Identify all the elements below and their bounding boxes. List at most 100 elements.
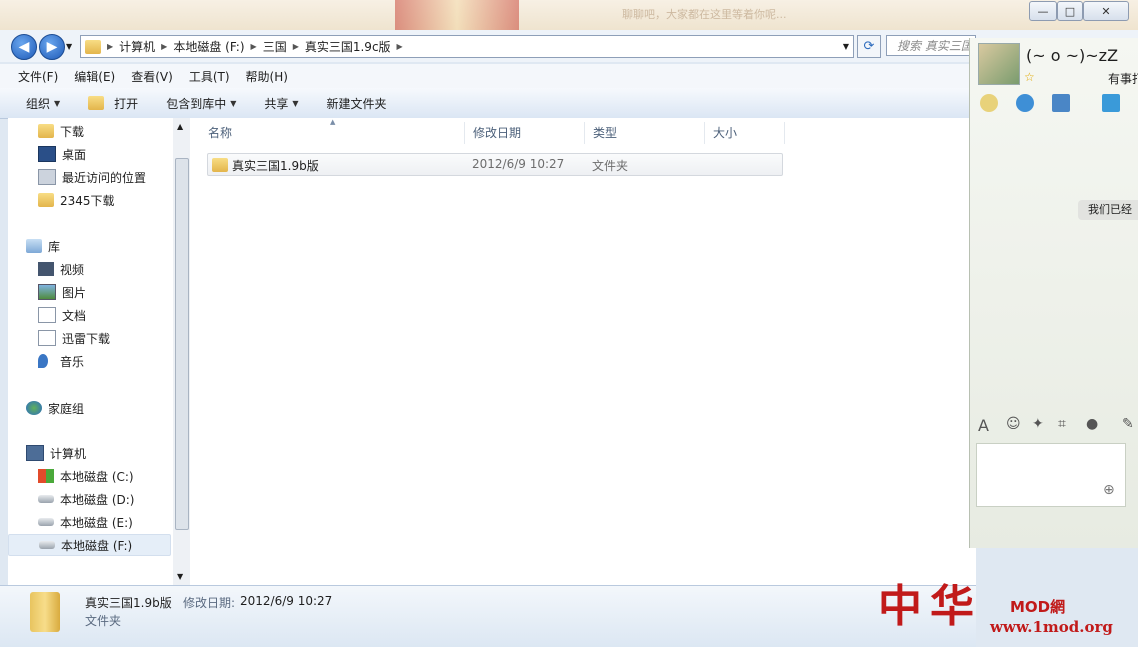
menu-view[interactable]: 查看(V)	[123, 68, 181, 85]
nav-videos[interactable]: 视频	[38, 258, 84, 280]
nav-2345-downloads[interactable]: 2345下载	[38, 189, 115, 211]
nav-label: 图片	[62, 285, 87, 300]
nav-recent-places[interactable]: 最近访问的位置	[38, 166, 146, 188]
nav-downloads[interactable]: 下载	[38, 120, 84, 142]
close-button[interactable]: ✕	[1083, 1, 1129, 21]
nav-pictures[interactable]: 图片	[38, 281, 86, 303]
organize-button[interactable]: 组织 ▼	[0, 95, 74, 112]
screen-share-icon[interactable]	[1052, 94, 1070, 112]
contact-status: 有事打	[1108, 72, 1138, 86]
scroll-down-icon[interactable]: ▼	[177, 572, 183, 581]
thunder-download-icon	[38, 330, 56, 346]
nav-computer[interactable]: 计算机	[26, 442, 86, 464]
file-list: ▲ 名称 修改日期 类型 大小 真实三国1.9b版 2012/6/9 10:27…	[190, 118, 976, 585]
nav-music[interactable]: 音乐	[38, 350, 84, 372]
navigation-pane: 下载 桌面 最近访问的位置 2345下载 库 视频 图片 文档 迅雷下载 音乐 …	[8, 118, 173, 585]
chevron-down-icon: ▼	[230, 98, 237, 108]
breadcrumb-drive-f[interactable]: 本地磁盘 (F:)	[167, 38, 250, 55]
nav-label: 最近访问的位置	[62, 170, 147, 185]
nav-documents[interactable]: 文档	[38, 304, 86, 326]
chevron-down-icon: ▼	[292, 98, 299, 108]
new-folder-button[interactable]: 新建文件夹	[313, 95, 401, 112]
address-bar[interactable]: ▶ 计算机 ▶ 本地磁盘 (F:) ▶ 三国 ▶ 真实三国1.9c版 ▶ ▼	[80, 35, 854, 58]
details-modified: 2012/6/9 10:27	[240, 594, 333, 608]
star-icon: ☆	[1024, 70, 1035, 84]
nav-drive-f[interactable]: 本地磁盘 (F:)	[8, 534, 171, 556]
emoji-icon[interactable]: ☺	[1006, 416, 1021, 432]
share-button[interactable]: 共享 ▼	[250, 95, 312, 112]
refresh-icon[interactable]: ⟳	[857, 35, 881, 58]
open-button[interactable]: 打开	[74, 95, 152, 112]
share-label: 共享	[264, 96, 289, 111]
video-icon	[38, 262, 54, 276]
zoom-icon[interactable]: ⊕	[1103, 482, 1115, 498]
history-dropdown-icon[interactable]: ▼	[66, 42, 72, 51]
nav-label: 下载	[60, 124, 85, 139]
breadcrumb-computer[interactable]: 计算机	[113, 38, 161, 55]
microphone-icon[interactable]: ●	[1086, 416, 1098, 432]
column-header-name[interactable]: 名称	[200, 122, 465, 144]
font-icon[interactable]: A	[978, 416, 989, 435]
video-call-icon[interactable]	[1016, 94, 1034, 112]
nav-label: 本地磁盘 (E:)	[60, 515, 133, 530]
nav-homegroup[interactable]: 家庭组	[26, 397, 84, 419]
file-name: 真实三国1.9b版	[232, 159, 319, 173]
breadcrumb-sanguo[interactable]: 三国	[257, 38, 293, 55]
picture-icon	[38, 284, 56, 300]
system-drive-icon	[38, 469, 54, 483]
desktop-icon	[38, 146, 56, 162]
column-header-size[interactable]: 大小	[705, 122, 785, 144]
nav-label: 库	[48, 239, 61, 254]
details-type: 文件夹	[85, 614, 122, 628]
menu-tools[interactable]: 工具(T)	[181, 68, 238, 85]
search-input[interactable]: 搜索 真实三国	[886, 35, 976, 56]
drive-icon	[38, 495, 54, 503]
nav-label: 计算机	[50, 446, 87, 461]
avatar[interactable]	[978, 43, 1020, 85]
file-row[interactable]: 真实三国1.9b版 2012/6/9 10:27 文件夹	[207, 153, 783, 176]
folder-icon	[212, 158, 228, 172]
scroll-up-icon[interactable]: ▲	[177, 122, 183, 131]
command-bar: 组织 ▼ 打开 包含到库中 ▼ 共享 ▼ 新建文件夹	[0, 88, 976, 119]
nav-libraries[interactable]: 库	[26, 235, 60, 257]
file-transfer-icon[interactable]	[1102, 94, 1120, 112]
nav-desktop[interactable]: 桌面	[38, 143, 86, 165]
nav-label: 文档	[62, 308, 87, 323]
menu-edit[interactable]: 编辑(E)	[66, 68, 123, 85]
document-icon	[38, 307, 56, 323]
forward-button[interactable]: ▶	[39, 34, 65, 60]
breadcrumb-current[interactable]: 真实三国1.9c版	[299, 38, 397, 55]
nav-drive-e[interactable]: 本地磁盘 (E:)	[38, 511, 133, 533]
maximize-button[interactable]: □	[1057, 1, 1083, 21]
voice-call-icon[interactable]	[980, 94, 998, 112]
column-header-type[interactable]: 类型	[585, 122, 705, 144]
nav-drive-c[interactable]: 本地磁盘 (C:)	[38, 465, 134, 487]
nav-label: 迅雷下载	[62, 331, 111, 346]
drive-icon	[39, 541, 55, 549]
back-button[interactable]: ◀	[11, 34, 37, 60]
chevron-down-icon: ▼	[54, 98, 61, 108]
nav-thunder-downloads[interactable]: 迅雷下载	[38, 327, 110, 349]
minimize-button[interactable]: —	[1029, 1, 1057, 21]
edit-icon[interactable]: ✎	[1122, 416, 1134, 432]
homegroup-icon	[26, 401, 42, 415]
nudge-icon[interactable]: ✦	[1032, 416, 1044, 432]
watermark-mod: MOD網	[1010, 598, 1066, 616]
chevron-right-icon: ▶	[396, 42, 403, 51]
computer-icon	[26, 445, 44, 461]
address-dropdown-icon[interactable]: ▼	[843, 42, 849, 51]
column-header-modified[interactable]: 修改日期	[465, 122, 585, 144]
menu-file[interactable]: 文件(F)	[0, 68, 66, 85]
banner-text: 聊聊吧，大家都在这里等着你呢...	[622, 8, 787, 21]
nav-label: 视频	[60, 262, 85, 277]
watermark-logo: 中华	[878, 581, 982, 632]
nav-drive-d[interactable]: 本地磁盘 (D:)	[38, 488, 134, 510]
include-in-library-button[interactable]: 包含到库中 ▼	[152, 95, 250, 112]
menu-help[interactable]: 帮助(H)	[238, 68, 296, 85]
recent-places-icon	[38, 169, 56, 185]
screenshot-icon[interactable]: ⌗	[1058, 416, 1066, 432]
nav-scrollbar[interactable]: ▲ ▼	[173, 118, 190, 585]
scroll-thumb[interactable]	[175, 158, 189, 530]
message-input[interactable]: ⊕	[976, 443, 1126, 507]
contact-nickname: (~ o ~)~zZ	[1026, 46, 1119, 65]
